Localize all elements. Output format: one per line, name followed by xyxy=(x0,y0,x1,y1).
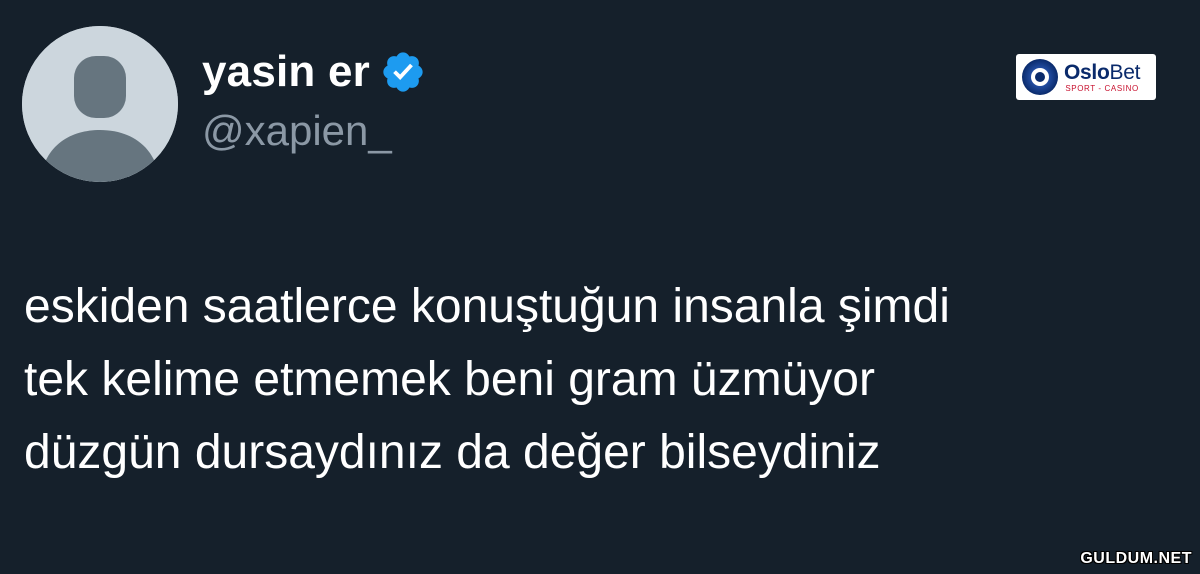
sponsor-brand: OsloBet xyxy=(1064,62,1140,83)
sponsor-tagline: SPORT - CASINO xyxy=(1065,83,1139,93)
tweet-text-line: eskiden saatlerce konuştuğun insanla şim… xyxy=(24,280,950,333)
tweet-body: eskiden saatlerce konuştuğun insanla şim… xyxy=(24,270,1184,489)
tweet-text-line: tek kelime etmemek beni gram üzmüyor xyxy=(24,353,875,406)
profile-avatar[interactable] xyxy=(22,26,178,182)
tweet-text-line: düzgün dursaydınız da değer bilseydiniz xyxy=(24,426,881,479)
sponsor-brand-secondary: Bet xyxy=(1109,60,1141,84)
oslobet-logo-icon xyxy=(1022,59,1058,95)
sponsor-brand-primary: Oslo xyxy=(1064,60,1110,84)
display-name[interactable]: yasin er xyxy=(202,50,370,94)
author-name-row: yasin er xyxy=(202,44,426,100)
sponsor-logo: OsloBet SPORT - CASINO xyxy=(1016,54,1156,100)
sponsor-wordmark: OsloBet SPORT - CASINO xyxy=(1064,62,1140,93)
user-handle[interactable]: @xapien_ xyxy=(202,107,392,154)
default-profile-silhouette-icon xyxy=(22,26,178,182)
site-watermark: GULDUM.NET xyxy=(1080,550,1192,567)
verified-badge-icon xyxy=(383,52,423,92)
